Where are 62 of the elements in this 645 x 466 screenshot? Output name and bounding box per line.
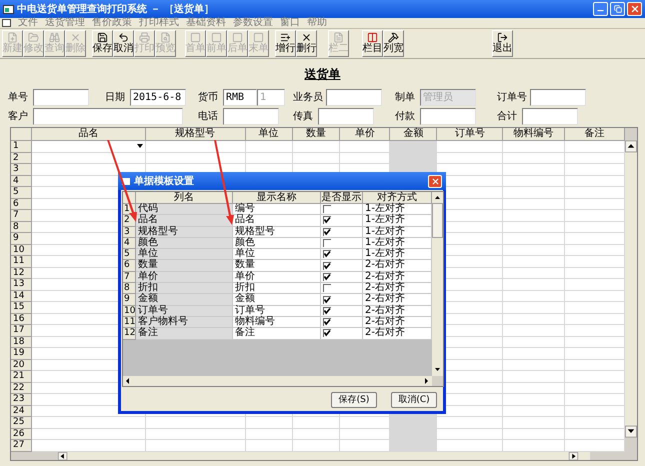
row-number: 9 [11,233,32,244]
field-label: 货币 [198,90,219,105]
row-number: 11 [123,316,136,328]
field-label: 制单 [395,90,416,105]
table-cell: 代码 [136,204,233,216]
row-number: 18 [11,336,32,348]
row-number: 27 [11,440,32,452]
table-cell: 折扣 [136,283,233,294]
table-cell: 颜色 [136,238,233,250]
field-label: 业务员 [293,90,324,105]
row-number: 1 [11,141,32,152]
row-number: 22 [11,382,32,394]
row-number: 5 [123,249,136,260]
row-number: 25 [11,417,32,428]
row-number: 14 [11,290,32,302]
table-cell: 金额 [136,294,233,306]
window-title: 中电送货单管理查询打印系统 － ［送货单］ [17,2,214,16]
row-number: 21 [11,371,32,382]
row-number: 4 [11,176,32,187]
dialog-title: 单据模板设置 [134,174,194,188]
table-cell: 品名 [136,215,233,227]
field-label: 单号 [8,90,29,105]
row-number: 6 [11,198,32,210]
row-number: 8 [11,222,32,233]
field-label: 日期 [105,90,126,105]
row-number: 16 [11,314,32,325]
row-number: 8 [123,283,136,294]
row-number: 10 [11,244,32,256]
table-cell: 订单号 [136,306,233,317]
row-number: 5 [11,187,32,198]
row-number: 6 [123,260,136,272]
row-number: 4 [123,238,136,250]
row-number: 9 [123,294,136,306]
table-cell: 单位 [136,249,233,260]
row-number: 3 [11,164,32,176]
row-number: 7 [123,272,136,284]
row-number: 3 [123,226,136,238]
table-cell: 数量 [136,260,233,272]
field-label: 合计 [497,110,518,124]
row-number: 13 [11,279,32,290]
table-cell: 规格型号 [136,226,233,238]
row-number: 2 [11,152,32,164]
row-number: 17 [11,325,32,336]
row-number: 12 [123,328,136,340]
row-number: 11 [11,256,32,268]
row-number: 20 [11,360,32,371]
row-number: 19 [11,348,32,360]
row-number: 23 [11,394,32,406]
row-number: 12 [11,268,32,279]
field-label: 传真 [293,110,314,124]
table-cell: 备注 [136,328,233,340]
row-number: 24 [11,406,32,417]
table-cell: 单价 [136,272,233,284]
field-label: 订单号 [497,90,528,105]
field-label: 电话 [198,110,219,124]
field-label: 客户 [8,110,29,124]
row-number: 15 [11,302,32,314]
row-number: 10 [123,306,136,317]
form-title: 送货单 [304,66,340,83]
field-label: 付款 [395,110,416,124]
row-number: 7 [11,210,32,222]
row-number: 26 [11,428,32,440]
